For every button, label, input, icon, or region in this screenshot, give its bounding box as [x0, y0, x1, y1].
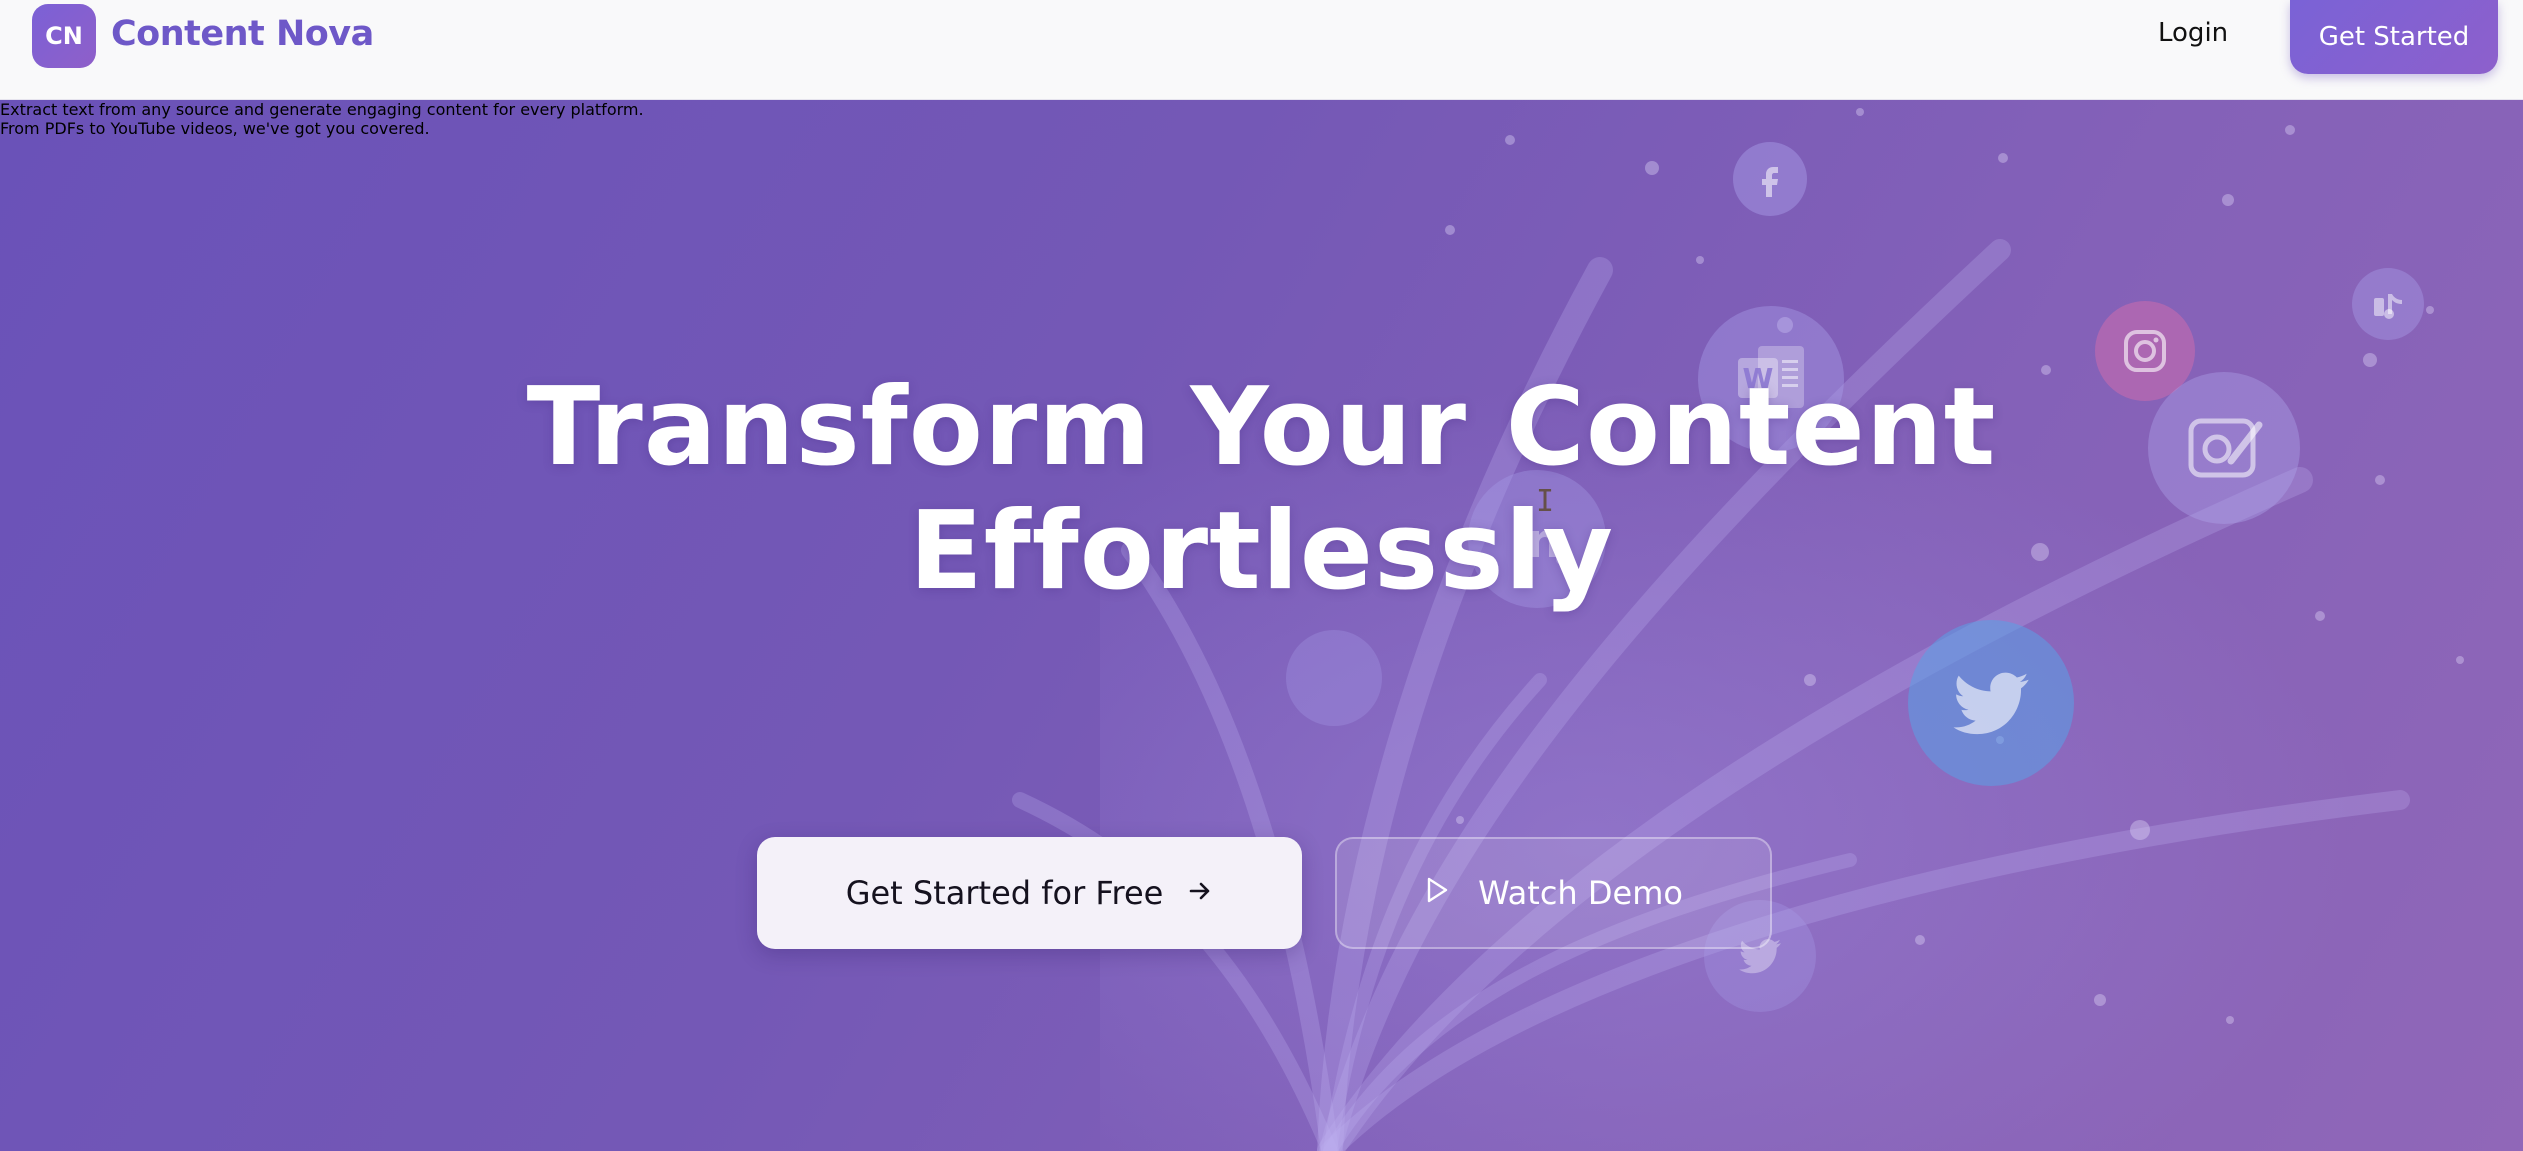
login-link[interactable]: Login [2158, 18, 2228, 48]
brand-name[interactable]: Content Nova [111, 14, 374, 54]
orbit-bubble [1286, 630, 1382, 726]
tiktok-icon [2352, 268, 2424, 340]
get-started-free-button[interactable]: Get Started for Free [757, 837, 1302, 949]
watch-demo-button[interactable]: Watch Demo [1335, 837, 1772, 949]
arrow-right-icon [1187, 874, 1213, 912]
top-navbar: CN Content Nova Login Get Started [0, 0, 2523, 100]
hero-section: W Transform Your Content Effortlessly I … [0, 100, 2523, 1151]
hero-light-streams [1012, 108, 2464, 1151]
watch-demo-label: Watch Demo [1478, 874, 1683, 912]
logo-badge[interactable]: CN [32, 4, 96, 68]
play-icon [1424, 874, 1450, 912]
hero-title-line1: Transform Your Content [526, 365, 1997, 490]
hero-title-line2: Effortlessly [908, 489, 1615, 614]
text-cursor-icon: I [1536, 484, 1555, 519]
hero-title: Transform Your Content Effortlessly [0, 366, 2523, 614]
get-started-button[interactable]: Get Started [2290, 0, 2498, 74]
twitter-icon [1908, 620, 2074, 786]
get-started-free-label: Get Started for Free [845, 874, 1164, 912]
facebook-icon [1733, 142, 1807, 216]
